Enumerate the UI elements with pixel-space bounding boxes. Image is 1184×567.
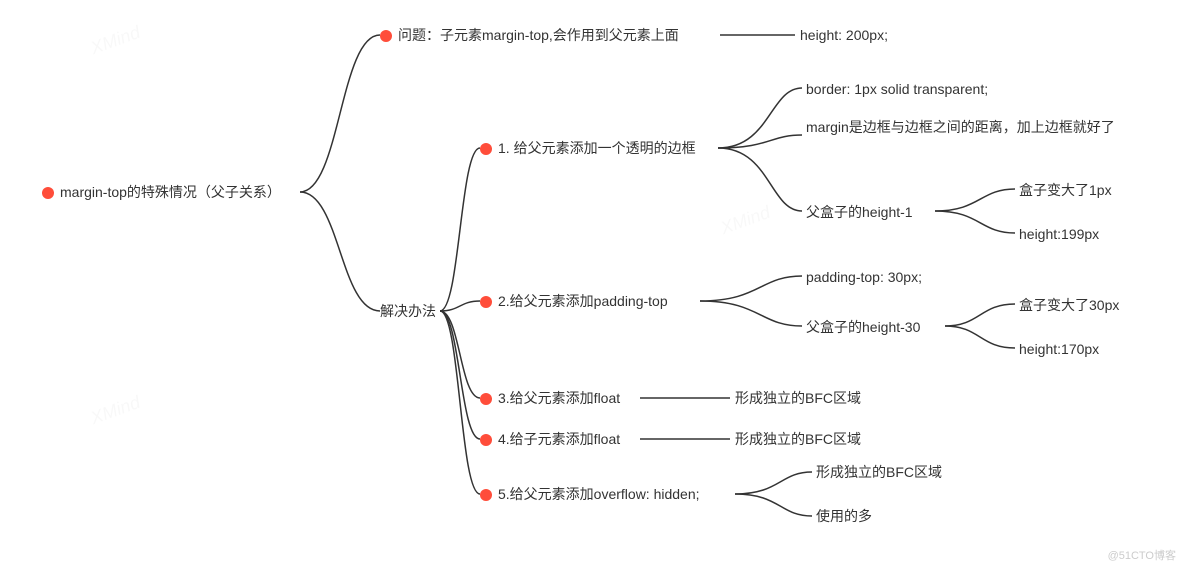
connectors: [0, 0, 1184, 567]
bullet-icon: [480, 489, 492, 501]
solution-1-child-3[interactable]: 父盒子的height-1: [806, 203, 913, 223]
problem-node[interactable]: 问题：子元素margin-top,会作用到父元素上面: [380, 26, 679, 46]
root-label: margin-top的特殊情况（父子关系）: [60, 183, 281, 203]
bullet-icon: [480, 296, 492, 308]
solution-2-child-2[interactable]: 父盒子的height-30: [806, 318, 920, 338]
solution-1-leaf-1[interactable]: 盒子变大了1px: [1019, 181, 1112, 201]
solution-2-leaf-1[interactable]: 盒子变大了30px: [1019, 296, 1119, 316]
watermark: XMind: [718, 202, 773, 239]
solution-1[interactable]: 1. 给父元素添加一个透明的边框: [480, 139, 696, 159]
solution-2-child-1[interactable]: padding-top: 30px;: [806, 268, 922, 288]
solution-2-leaf-2[interactable]: height:170px: [1019, 340, 1099, 360]
bullet-icon: [380, 30, 392, 42]
solution-5-child-1[interactable]: 形成独立的BFC区域: [816, 463, 942, 483]
solution-5-child-2[interactable]: 使用的多: [816, 507, 872, 527]
solution-1-child-2[interactable]: margin是边框与边框之间的距离，加上边框就好了: [806, 118, 1146, 138]
solutions-node[interactable]: 解决办法: [380, 302, 436, 322]
watermark: XMind: [88, 22, 143, 59]
solution-3[interactable]: 3.给父元素添加float: [480, 389, 620, 409]
solution-2[interactable]: 2.给父元素添加padding-top: [480, 292, 668, 312]
root-node[interactable]: margin-top的特殊情况（父子关系）: [42, 183, 281, 203]
solution-4[interactable]: 4.给子元素添加float: [480, 430, 620, 450]
solution-5[interactable]: 5.给父元素添加overflow: hidden;: [480, 485, 700, 505]
bullet-icon: [480, 143, 492, 155]
bullet-icon: [480, 434, 492, 446]
watermark: XMind: [88, 392, 143, 429]
solution-4-child[interactable]: 形成独立的BFC区域: [735, 430, 861, 450]
solution-1-leaf-2[interactable]: height:199px: [1019, 225, 1099, 245]
mindmap-canvas: XMind XMind XMind margin-top的特殊情况（父子关系） …: [0, 0, 1184, 567]
problem-detail[interactable]: height: 200px;: [800, 26, 888, 46]
problem-label: 问题：子元素margin-top,会作用到父元素上面: [398, 26, 679, 46]
bullet-icon: [480, 393, 492, 405]
solution-3-child[interactable]: 形成独立的BFC区域: [735, 389, 861, 409]
bullet-icon: [42, 187, 54, 199]
footer-text: @51CTO博客: [1108, 547, 1176, 563]
solution-1-child-1[interactable]: border: 1px solid transparent;: [806, 80, 988, 100]
